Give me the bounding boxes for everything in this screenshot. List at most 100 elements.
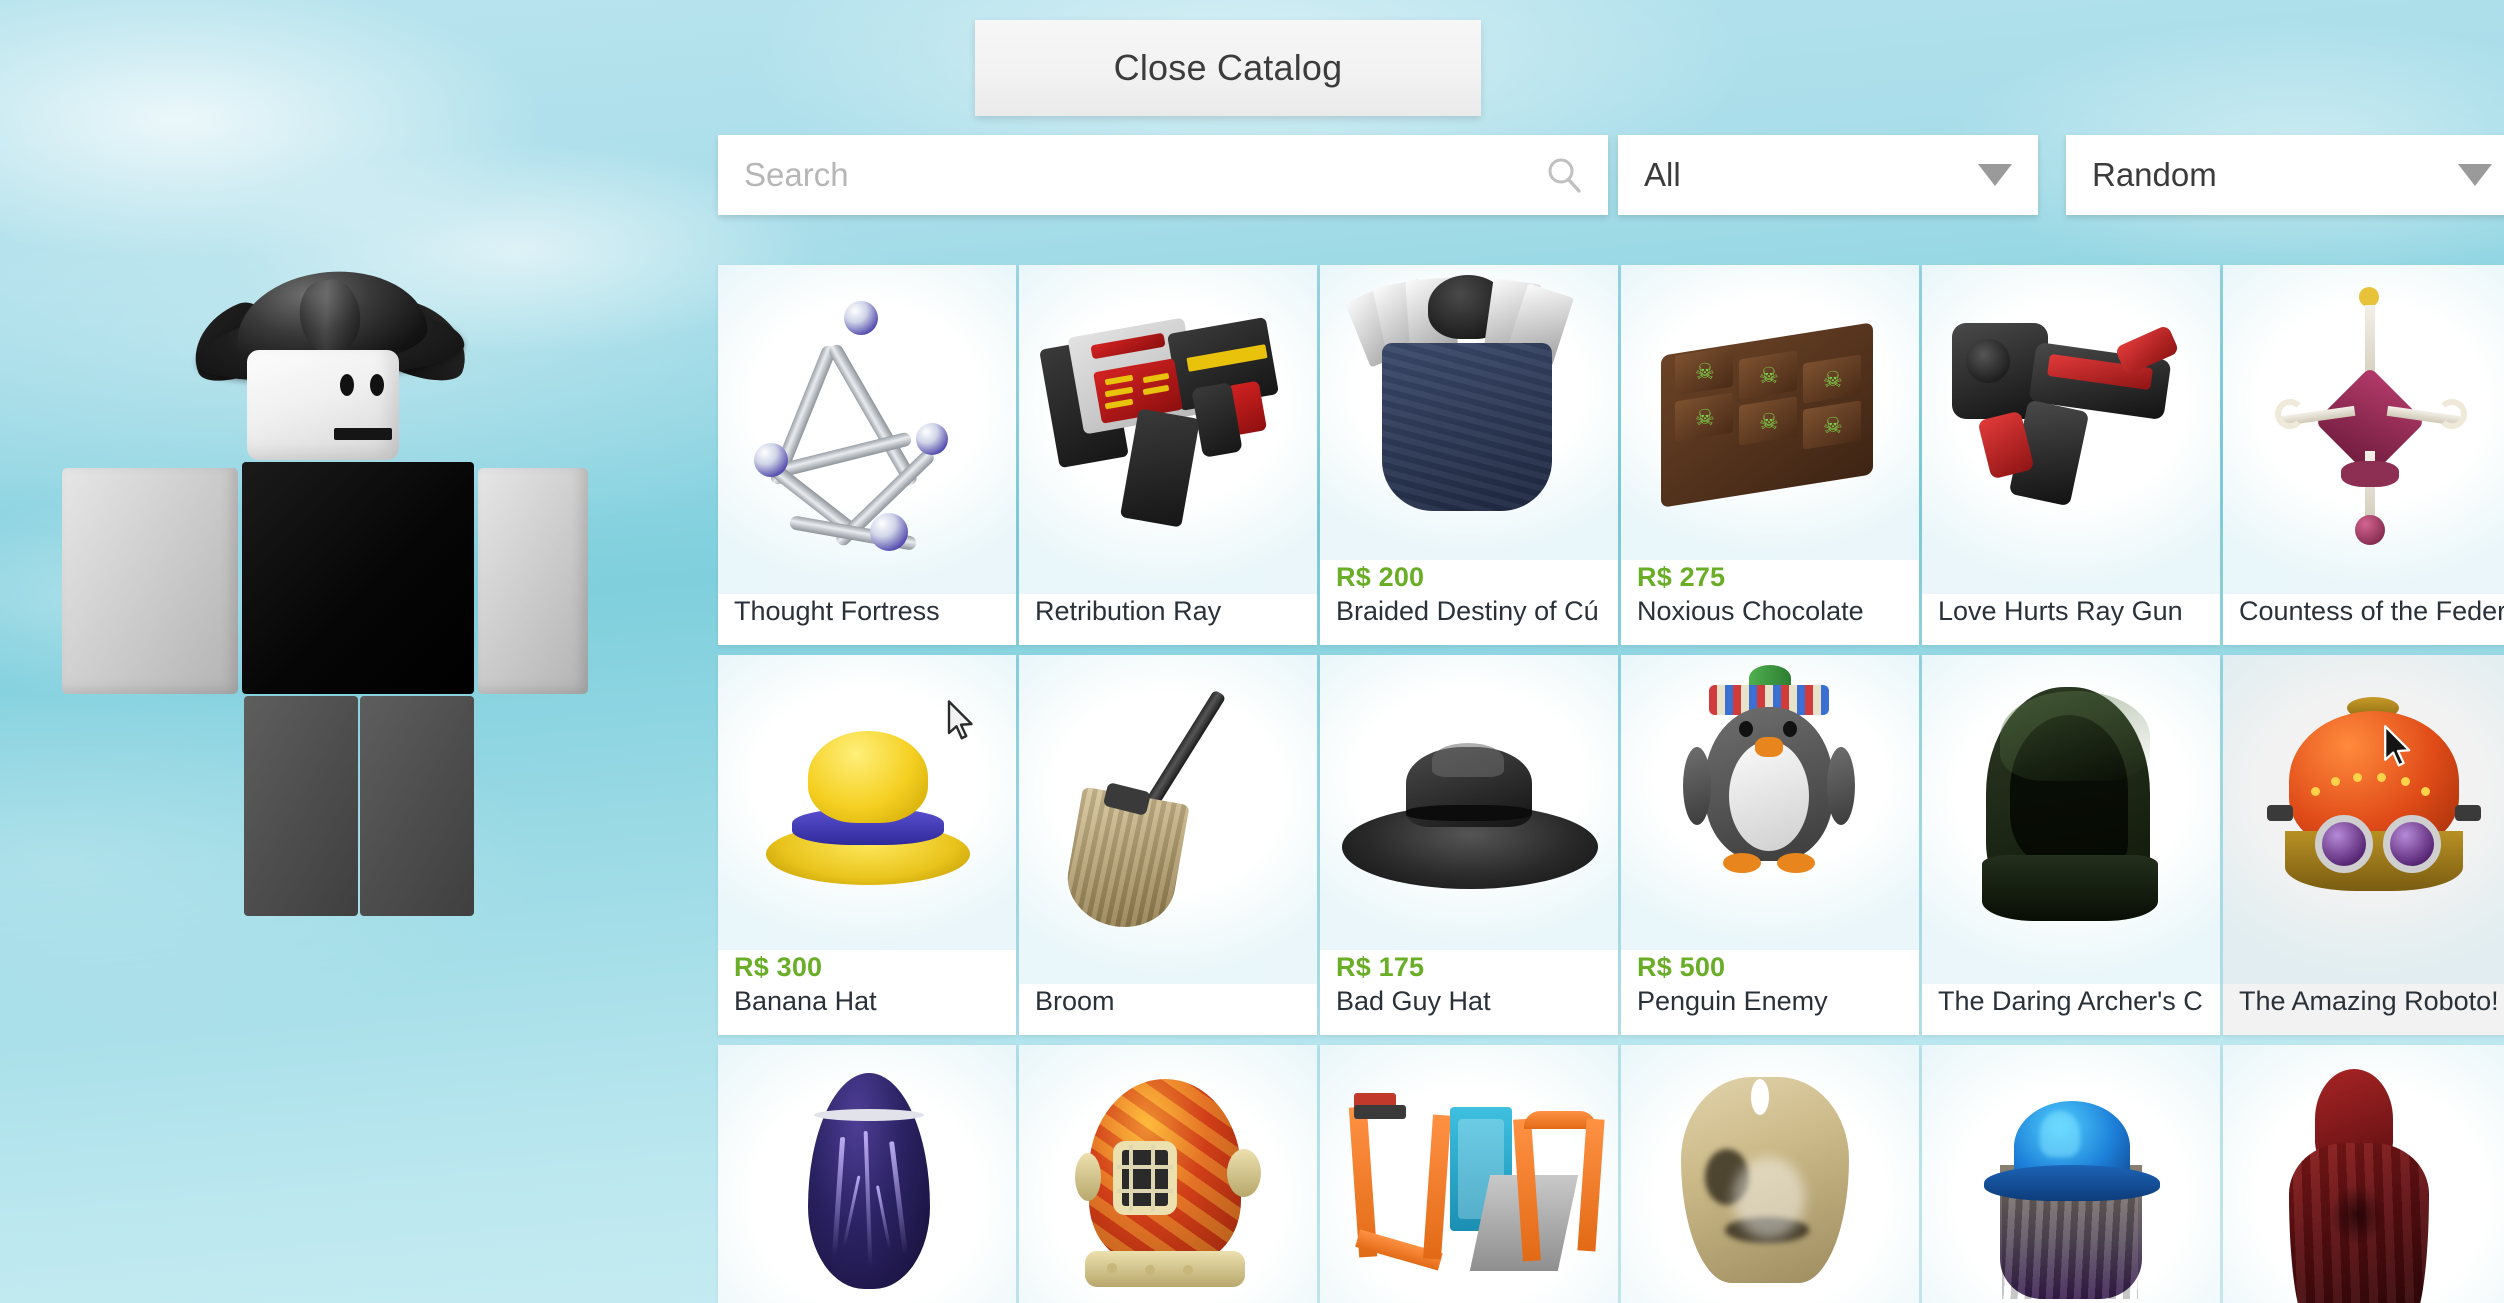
category-filter-value: All [1644,156,1681,193]
item-thumbnail [1922,1045,2220,1303]
catalog-item-card[interactable] [1922,1045,2220,1303]
close-catalog-button[interactable]: Close Catalog [975,20,1481,116]
item-name: The Daring Archer's Cloak [1938,986,2204,1017]
catalog-item-card[interactable]: Love Hurts Ray Gun [1922,265,2220,645]
item-price: R$ 275 [1637,561,1726,592]
item-meta: The Daring Archer's Cloak [1922,984,2220,1035]
item-name: The Amazing Roboto! [2239,986,2499,1017]
chevron-down-icon[interactable] [1978,164,2012,186]
item-price: R$ 300 [734,951,823,982]
tan-tooth-cloth-icon [1621,1045,1919,1303]
item-meta: The Amazing Roboto! [2223,984,2504,1035]
category-filter-dropdown[interactable]: All [1618,135,2038,215]
item-thumbnail [1019,265,1317,595]
robot-helmet-icon [2223,655,2504,984]
avatar [0,250,700,1110]
catalog-grid: Thought Fortress Retribution Ray R$ 200 … [718,265,2504,1303]
broom-icon [1019,655,1317,984]
item-meta: R$ 500 Penguin Enemy [1621,950,1919,1035]
item-thumbnail [1922,265,2220,595]
catalog-toolbar: All Random [0,135,2504,217]
item-price: R$ 500 [1637,951,1726,982]
item-thumbnail [1320,265,1618,560]
item-thumbnail [718,265,1016,595]
item-thumbnail: ☠ ☠ ☠ ☠ ☠ ☠ [1621,265,1919,560]
ray-gun-icon [1019,265,1317,594]
catalog-item-card[interactable]: The Daring Archer's Cloak [1922,655,2220,1035]
catalog-item-card[interactable]: The Amazing Roboto! [2223,655,2504,1035]
catalog-item-card[interactable]: Countess of the Federation [2223,265,2504,645]
love-ray-gun-icon [1922,265,2220,594]
item-thumbnail [718,1045,1016,1303]
item-meta: R$ 275 Noxious Chocolate [1621,560,1919,645]
tetrahedron-sculpture-icon [718,265,1016,594]
item-name: Bad Guy Hat [1336,986,1491,1017]
item-meta: Broom [1019,984,1317,1035]
item-thumbnail [1320,1045,1618,1303]
sort-filter-dropdown[interactable]: Random [2066,135,2504,215]
item-meta: Retribution Ray [1019,594,1317,645]
banana-hat-icon [718,655,1016,950]
avatar-left-arm [62,468,238,694]
item-name: Penguin Enemy [1637,986,1828,1017]
item-name: Countess of the Federation [2239,596,2504,627]
avatar-right-leg [360,696,474,916]
catalog-item-card[interactable]: R$ 500 Penguin Enemy [1621,655,1919,1035]
catalog-item-card[interactable]: R$ 175 Bad Guy Hat [1320,655,1618,1035]
avatar-head [247,350,399,460]
item-name: Thought Fortress [734,596,940,627]
catalog-item-card[interactable]: R$ 300 Banana Hat [718,655,1016,1035]
catalog-item-card[interactable]: ☠ ☠ ☠ ☠ ☠ ☠ R$ 275 Noxious Chocolate [1621,265,1919,645]
purple-lightning-egg-icon [718,1045,1016,1303]
red-cloak-icon [2223,1045,2504,1303]
catalog-item-card[interactable]: Retribution Ray [1019,265,1317,645]
item-name: Noxious Chocolate [1637,596,1864,627]
item-name: Love Hurts Ray Gun [1938,596,2183,627]
penguin-icon [1621,655,1919,950]
crown-tiara-icon [2223,265,2504,594]
item-meta: R$ 200 Braided Destiny of Cú Chulainn [1320,560,1618,645]
item-name: Retribution Ray [1035,596,1222,627]
avatar-eye-right [370,374,384,396]
green-hood-icon [1922,655,2220,984]
item-name: Banana Hat [734,986,877,1017]
item-meta: R$ 175 Bad Guy Hat [1320,950,1618,1035]
avatar-torso [242,462,474,694]
catalog-item-card[interactable] [1019,1045,1317,1303]
catalog-item-card[interactable]: Broom [1019,655,1317,1035]
item-thumbnail [2223,265,2504,595]
avatar-right-arm [478,468,588,694]
search-input[interactable] [718,156,1544,194]
catalog-item-card[interactable] [1621,1045,1919,1303]
item-meta: R$ 300 Banana Hat [718,950,1016,1035]
item-meta: Love Hurts Ray Gun [1922,594,2220,645]
item-thumbnail [2223,655,2504,985]
wide-brim-hat-icon [1320,655,1618,950]
search-icon[interactable] [1544,155,1608,195]
item-name: Braided Destiny of Cú Chulainn [1336,596,1602,627]
search-bar[interactable] [718,135,1608,215]
sort-filter-value: Random [2092,156,2217,193]
chevron-down-icon[interactable] [2458,164,2492,186]
catalog-item-card[interactable]: R$ 200 Braided Destiny of Cú Chulainn [1320,265,1618,645]
catalog-item-card[interactable] [2223,1045,2504,1303]
blue-cap-hair-icon [1922,1045,2220,1303]
item-thumbnail [2223,1045,2504,1303]
catalog-item-card[interactable] [1320,1045,1618,1303]
catalog-item-card[interactable]: Thought Fortress [718,265,1016,645]
diving-helmet-icon [1019,1045,1317,1303]
shoulder-armor-icon [1320,265,1618,560]
item-price: R$ 200 [1336,561,1425,592]
chocolate-bar-icon: ☠ ☠ ☠ ☠ ☠ ☠ [1621,265,1919,560]
catalog-item-card[interactable] [718,1045,1016,1303]
item-thumbnail [1019,655,1317,985]
item-meta: Thought Fortress [718,594,1016,645]
item-thumbnail [718,655,1016,950]
item-thumbnail [1019,1045,1317,1303]
item-meta: Countess of the Federation [2223,594,2504,645]
item-thumbnail [1922,655,2220,985]
avatar-eye-left [340,374,354,396]
item-price: R$ 175 [1336,951,1425,982]
avatar-mouth [334,428,392,440]
item-name: Broom [1035,986,1115,1017]
